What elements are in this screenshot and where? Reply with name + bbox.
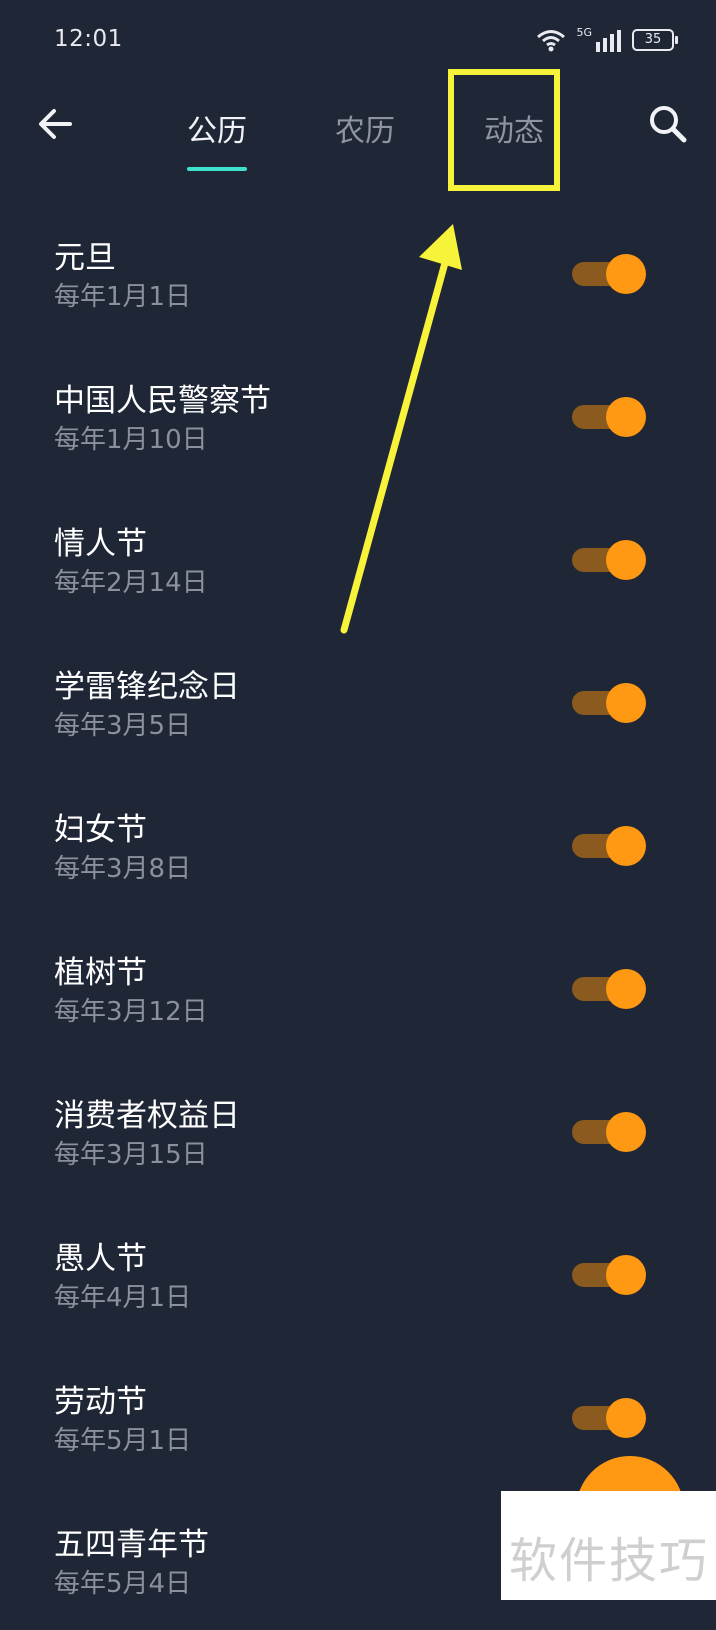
status-time: 12:01 [54, 26, 123, 52]
holiday-reminder-toggle[interactable] [572, 826, 646, 866]
holiday-list-item[interactable]: 情人节每年2月14日 [0, 486, 716, 629]
active-tab-indicator [187, 167, 247, 171]
holiday-name: 学雷锋纪念日 [54, 669, 240, 705]
holiday-list-item[interactable]: 消费者权益日每年3月15日 [0, 1058, 716, 1201]
battery-level: 35 [644, 32, 662, 47]
holiday-date: 每年5月4日 [54, 1569, 192, 1599]
holiday-reminder-toggle[interactable] [572, 1112, 646, 1152]
network-type-label: 5G [576, 26, 592, 39]
holiday-date: 每年3月8日 [54, 854, 192, 884]
holiday-name: 妇女节 [54, 812, 147, 848]
holiday-name: 消费者权益日 [54, 1098, 240, 1134]
holiday-list-item[interactable]: 学雷锋纪念日每年3月5日 [0, 629, 716, 772]
wifi-icon [537, 30, 566, 52]
holiday-reminder-toggle[interactable] [572, 1398, 646, 1438]
toggle-thumb [606, 683, 646, 723]
holiday-date: 每年1月10日 [54, 425, 208, 455]
holiday-name: 元旦 [54, 240, 116, 276]
holiday-list-item[interactable]: 妇女节每年3月8日 [0, 772, 716, 915]
annotation-highlight-box [448, 69, 560, 191]
arrow-left-icon [39, 109, 72, 139]
watermark: 软件技巧 [501, 1491, 716, 1600]
search-icon [650, 106, 687, 143]
holiday-list: 元旦 每年1月1日 中国人民警察节 每年1月10日 情人节 每年2月14日 学雷锋纪念日 每年… [0, 200, 716, 1630]
toggle-thumb [606, 969, 646, 1009]
holiday-reminder-toggle[interactable] [572, 540, 646, 580]
holiday-name: 五四青年节 [54, 1527, 209, 1563]
battery-icon: 35 [632, 29, 678, 51]
holiday-name: 劳动节 [54, 1384, 147, 1420]
tab-gregorian[interactable]: 公历 [162, 106, 272, 150]
holiday-date: 每年3月12日 [54, 997, 208, 1027]
toggle-thumb [606, 397, 646, 437]
holiday-reminder-toggle[interactable] [572, 1255, 646, 1295]
toggle-thumb [606, 1255, 646, 1295]
toggle-thumb [606, 826, 646, 866]
watermark-text: 软件技巧 [509, 1533, 710, 1589]
holiday-name: 愚人节 [54, 1241, 147, 1277]
holiday-list-item[interactable]: 元旦每年1月1日 [0, 200, 716, 343]
status-bar: 12:01 5G 35 [0, 0, 716, 80]
search-button[interactable] [646, 102, 690, 146]
holiday-date: 每年5月1日 [54, 1426, 192, 1456]
holiday-list-item[interactable]: 中国人民警察节每年1月10日 [0, 343, 716, 486]
holiday-list-item[interactable]: 植树节每年3月12日 [0, 915, 716, 1058]
holiday-name: 植树节 [54, 955, 147, 991]
toggle-thumb [606, 254, 646, 294]
holiday-reminder-toggle[interactable] [572, 969, 646, 1009]
top-navigation: 公历 农历 动态 [0, 80, 716, 190]
holiday-reminder-toggle[interactable] [572, 683, 646, 723]
toggle-thumb [606, 540, 646, 580]
holiday-date: 每年1月1日 [54, 282, 192, 312]
holiday-date: 每年4月1日 [54, 1283, 192, 1313]
holiday-date: 每年2月14日 [54, 568, 208, 598]
holiday-date: 每年3月5日 [54, 711, 192, 741]
holiday-name: 中国人民警察节 [54, 383, 271, 419]
toggle-thumb [606, 1112, 646, 1152]
back-button[interactable] [34, 102, 78, 146]
holiday-reminder-toggle[interactable] [572, 397, 646, 437]
tab-lunar[interactable]: 农历 [310, 106, 420, 150]
status-icons: 5G 35 [536, 22, 678, 58]
signal-icon [596, 30, 621, 52]
holiday-name: 情人节 [54, 526, 147, 562]
holiday-list-item[interactable]: 愚人节每年4月1日 [0, 1201, 716, 1344]
holiday-reminder-toggle[interactable] [572, 254, 646, 294]
toggle-thumb [606, 1398, 646, 1438]
holiday-date: 每年3月15日 [54, 1140, 208, 1170]
